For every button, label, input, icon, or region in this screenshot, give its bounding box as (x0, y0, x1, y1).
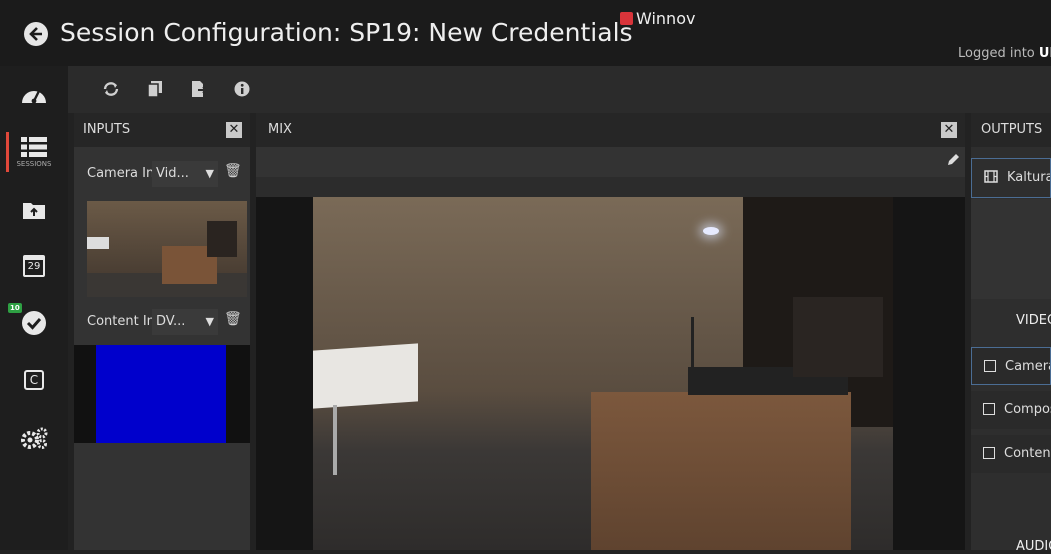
approvals-icon-wrap: 10 (8, 303, 47, 336)
content-preview-blue (96, 345, 226, 443)
input-source-value: Vid... (156, 166, 189, 181)
sidebar-item-sessions[interactable]: SESSIONS (0, 124, 68, 180)
outputs-panel: OUTPUTS Kaltura VIDEO Camera Composite C… (971, 113, 1051, 554)
inputs-title: INPUTS (83, 122, 131, 137)
sessions-icon (21, 137, 47, 157)
sidebar-item-calendar[interactable]: 29 (0, 238, 68, 294)
login-user: UM (1038, 46, 1051, 61)
sidebar: SESSIONS 29 10 C (0, 66, 68, 550)
video-item-camera[interactable]: Camera (971, 347, 1051, 385)
folder-upload-icon (23, 203, 45, 219)
chevron-down-icon: ▼ (205, 167, 214, 180)
layout-columns-icon (983, 403, 995, 415)
mix-panel: MIX ✕ (256, 113, 965, 550)
mix-panel-header: MIX ✕ (256, 113, 965, 147)
mix-title: MIX (268, 122, 292, 137)
video-item-label: Camera (1005, 359, 1051, 374)
input-source-select[interactable]: Vid... ▼ (152, 161, 218, 187)
close-inputs-button[interactable]: ✕ (226, 122, 242, 138)
refresh-icon[interactable] (101, 79, 121, 99)
output-item-label: Kaltura (1007, 170, 1051, 185)
chevron-down-icon: ▼ (205, 315, 214, 328)
inputs-panel-header: INPUTS ✕ (74, 113, 250, 147)
dashboard-icon (22, 90, 46, 104)
video-section-label: VIDEO (1016, 313, 1051, 328)
toolbar (68, 66, 1051, 113)
trash-icon[interactable]: 🗑 (224, 163, 242, 179)
app-header: Session Configuration: SP19: New Credent… (0, 0, 1051, 66)
back-circle-icon[interactable] (24, 22, 48, 46)
input-row-content: Content Input DV... ▼ 🗑 (74, 303, 250, 343)
sidebar-item-settings[interactable] (0, 410, 68, 466)
check-circle-icon (22, 311, 46, 335)
sidebar-item-uploads[interactable] (0, 182, 68, 238)
input-name: Camera Input (87, 166, 153, 181)
brand-name: Winnov (636, 9, 696, 28)
content-preview-thumbnail (74, 345, 250, 443)
outputs-panel-header: OUTPUTS (971, 113, 1051, 147)
input-name: Content Input (87, 314, 153, 329)
calendar-day: 29 (27, 261, 41, 272)
c-box-letter: C (29, 373, 39, 387)
sidebar-item-content[interactable]: C (0, 352, 68, 408)
audio-section-label: AUDIO (1016, 539, 1051, 554)
video-item-label: Composite (1004, 402, 1051, 417)
page-title: Session Configuration: SP19: New Credent… (60, 18, 633, 47)
video-item-composite[interactable]: Composite (971, 391, 1051, 429)
output-detail-area (971, 199, 1051, 299)
login-status: Logged into UM (958, 46, 1051, 61)
sidebar-item-approvals[interactable]: 10 (0, 295, 68, 351)
video-item-content[interactable]: Content (971, 435, 1051, 473)
mix-layout-bar (256, 147, 965, 177)
notification-badge: 10 (8, 303, 22, 313)
calendar-icon: 29 (23, 255, 45, 277)
login-prefix: Logged into (958, 46, 1035, 61)
export-icon[interactable] (189, 79, 209, 99)
c-box-icon: C (24, 370, 44, 390)
video-item-label: Content (1004, 446, 1051, 461)
layout-columns-icon (983, 447, 995, 459)
sidebar-item-label: SESSIONS (16, 160, 52, 168)
brand-logo: Winnov (620, 9, 695, 28)
inputs-panel: INPUTS ✕ Camera Input Vid... ▼ 🗑 Content… (74, 113, 250, 550)
output-item-kaltura[interactable]: Kaltura (971, 158, 1051, 198)
gears-icon (21, 427, 48, 449)
winnov-logo-icon (620, 12, 633, 25)
trash-icon[interactable]: 🗑 (224, 311, 242, 327)
sidebar-item-dashboard[interactable] (0, 66, 68, 122)
input-source-value: DV... (156, 314, 186, 329)
input-source-select[interactable]: DV... ▼ (152, 309, 218, 335)
layout-columns-icon (984, 360, 996, 372)
pencil-icon[interactable] (946, 153, 960, 167)
info-icon[interactable] (232, 79, 252, 99)
mix-video-preview (256, 197, 965, 550)
film-icon (984, 170, 998, 183)
input-row-camera: Camera Input Vid... ▼ 🗑 (74, 155, 250, 195)
camera-preview-thumbnail (87, 201, 247, 297)
copy-icon[interactable] (145, 79, 165, 99)
close-mix-button[interactable]: ✕ (941, 122, 957, 138)
outputs-title: OUTPUTS (981, 122, 1043, 137)
